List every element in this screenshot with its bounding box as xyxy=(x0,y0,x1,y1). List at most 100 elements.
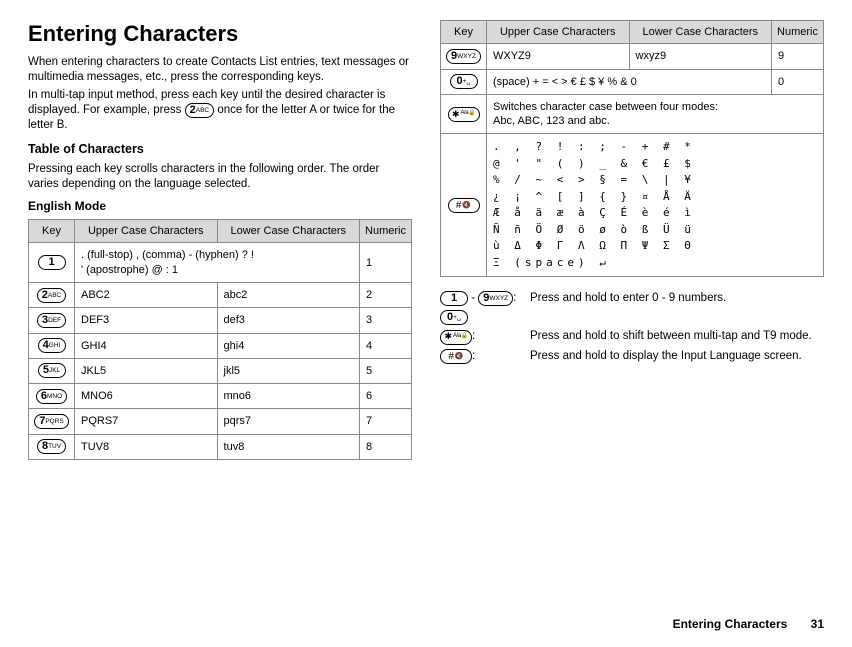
row-lower: ghi4 xyxy=(217,333,360,358)
hint-colon: : xyxy=(513,292,516,304)
key-cell: 2ABC xyxy=(29,282,75,307)
key-cell: 5JKL xyxy=(29,358,75,383)
char-table-left: Key Upper Case Characters Lower Case Cha… xyxy=(28,219,412,460)
row-upper: GHI4 xyxy=(75,333,218,358)
col-lower: Lower Case Characters xyxy=(217,220,360,243)
col-lower: Lower Case Characters xyxy=(629,21,772,44)
key-cell: 0+␣ xyxy=(441,69,487,94)
row-num: 9 xyxy=(772,44,824,69)
row-num: 2 xyxy=(360,282,412,307)
table-row: 7PQRS PQRS7 pqrs7 7 xyxy=(29,409,412,434)
col-upper: Upper Case Characters xyxy=(75,220,218,243)
row-lower: def3 xyxy=(217,308,360,333)
symbol-grid: . , ? ! : ; - + # * @ ' " ( ) _ & € £ $ … xyxy=(493,139,817,271)
table-row: Switches character case between four mod… xyxy=(441,94,824,134)
row-lower: tuv8 xyxy=(217,434,360,459)
row-num: 1 xyxy=(360,243,412,283)
row-lower: mno6 xyxy=(217,384,360,409)
english-mode-label: English Mode xyxy=(28,199,412,215)
star-key-icon xyxy=(448,107,480,122)
hint-dash: - xyxy=(471,292,475,304)
col-key: Key xyxy=(29,220,75,243)
footer-page-number: 31 xyxy=(811,617,824,631)
table-row: . , ? ! : ; - + # * @ ' " ( ) _ & € £ $ … xyxy=(441,134,824,277)
row-lower: jkl5 xyxy=(217,358,360,383)
key-cell: 8TUV xyxy=(29,434,75,459)
key-cell: 1 xyxy=(29,243,75,283)
key-sub: WXYZ xyxy=(457,53,476,60)
page-footer: Entering Characters 31 xyxy=(673,617,824,633)
key-cell: 4GHI xyxy=(29,333,75,358)
row-num: 0 xyxy=(772,69,824,94)
table-of-characters-heading: Table of Characters xyxy=(28,141,412,157)
row-upper: WXYZ9 xyxy=(487,44,630,69)
table-row: 0+␣ (space) + = < > € £ $ ¥ % & 0 0 xyxy=(441,69,824,94)
row0-span: (space) + = < > € £ $ ¥ % & 0 xyxy=(487,69,772,94)
key-sub: JKL xyxy=(49,367,60,374)
key-sub: TUV xyxy=(48,443,61,450)
hint-numbers-text: Press and hold to enter 0 - 9 numbers. xyxy=(530,291,824,306)
hint-hash-text: Press and hold to display the Input Lang… xyxy=(530,349,824,364)
hash-key-icon xyxy=(448,198,480,213)
row-num: 4 xyxy=(360,333,412,358)
row-num: 6 xyxy=(360,384,412,409)
key-sub: +␣ xyxy=(463,78,471,85)
row-num: 8 xyxy=(360,434,412,459)
page-title: Entering Characters xyxy=(28,20,412,49)
row-upper: TUV8 xyxy=(75,434,218,459)
star-key-icon xyxy=(440,330,472,345)
col-numeric: Numeric xyxy=(360,220,412,243)
hash-key-icon xyxy=(440,349,472,364)
col-numeric: Numeric xyxy=(772,21,824,44)
row-upper: MNO6 xyxy=(75,384,218,409)
key-sub: DEF xyxy=(48,317,61,324)
hint-row-hash: : Press and hold to display the Input La… xyxy=(440,349,824,364)
hint-row-star: : Press and hold to shift between multi-… xyxy=(440,329,824,344)
table-row: 8TUV TUV8 tuv8 8 xyxy=(29,434,412,459)
table-row: 3DEF DEF3 def3 3 xyxy=(29,308,412,333)
key-cell xyxy=(441,134,487,277)
row-num: 5 xyxy=(360,358,412,383)
row-upper: JKL5 xyxy=(75,358,218,383)
star-row-text: Switches character case between four mod… xyxy=(487,94,824,134)
key-major: 1 xyxy=(48,256,54,268)
table-row: 2ABC ABC2 abc2 2 xyxy=(29,282,412,307)
hint-row-zero: 0+␣ xyxy=(440,310,824,325)
key-0-icon: 0+␣ xyxy=(440,310,468,325)
col-key: Key xyxy=(441,21,487,44)
table-row: 4GHI GHI4 ghi4 4 xyxy=(29,333,412,358)
row-num: 3 xyxy=(360,308,412,333)
table-header-row: Key Upper Case Characters Lower Case Cha… xyxy=(441,21,824,44)
table-row: 9WXYZ WXYZ9 wxyz9 9 xyxy=(441,44,824,69)
hint-colon: : xyxy=(472,330,475,342)
table-intro: Pressing each key scrolls characters in … xyxy=(28,162,412,192)
key-cell: 6MNO xyxy=(29,384,75,409)
col-upper: Upper Case Characters xyxy=(487,21,630,44)
key-cell: 3DEF xyxy=(29,308,75,333)
key-hints: 1 - 9WXYZ: Press and hold to enter 0 - 9… xyxy=(440,291,824,363)
table-header-row: Key Upper Case Characters Lower Case Cha… xyxy=(29,220,412,243)
row-upper: ABC2 xyxy=(75,282,218,307)
key-sub: ABC xyxy=(48,292,61,299)
table-row: 5JKL JKL5 jkl5 5 xyxy=(29,358,412,383)
key-9-icon: 9WXYZ xyxy=(478,291,513,306)
key-2-inline: 2ABC xyxy=(185,103,215,118)
hint-star-text: Press and hold to shift between multi-ta… xyxy=(530,329,824,344)
row-lower: abc2 xyxy=(217,282,360,307)
row-upper: DEF3 xyxy=(75,308,218,333)
table-row: 1 . (full-stop) , (comma) - (hyphen) ? !… xyxy=(29,243,412,283)
key-sub: MNO xyxy=(47,393,62,400)
intro-paragraph-1: When entering characters to create Conta… xyxy=(28,55,412,85)
hint-row-numbers: 1 - 9WXYZ: Press and hold to enter 0 - 9… xyxy=(440,291,824,306)
intro-paragraph-2: In multi-tap input method, press each ke… xyxy=(28,88,412,133)
key-cell: 9WXYZ xyxy=(441,44,487,69)
hint-colon: : xyxy=(472,350,475,362)
key-cell xyxy=(441,94,487,134)
key-cell: 7PQRS xyxy=(29,409,75,434)
row-lower: wxyz9 xyxy=(629,44,772,69)
key-1-icon: 1 xyxy=(440,291,468,306)
row1-span: . (full-stop) , (comma) - (hyphen) ? ! '… xyxy=(75,243,360,283)
row-lower: pqrs7 xyxy=(217,409,360,434)
hash-symbols-cell: . , ? ! : ; - + # * @ ' " ( ) _ & € £ $ … xyxy=(487,134,824,277)
row-num: 7 xyxy=(360,409,412,434)
